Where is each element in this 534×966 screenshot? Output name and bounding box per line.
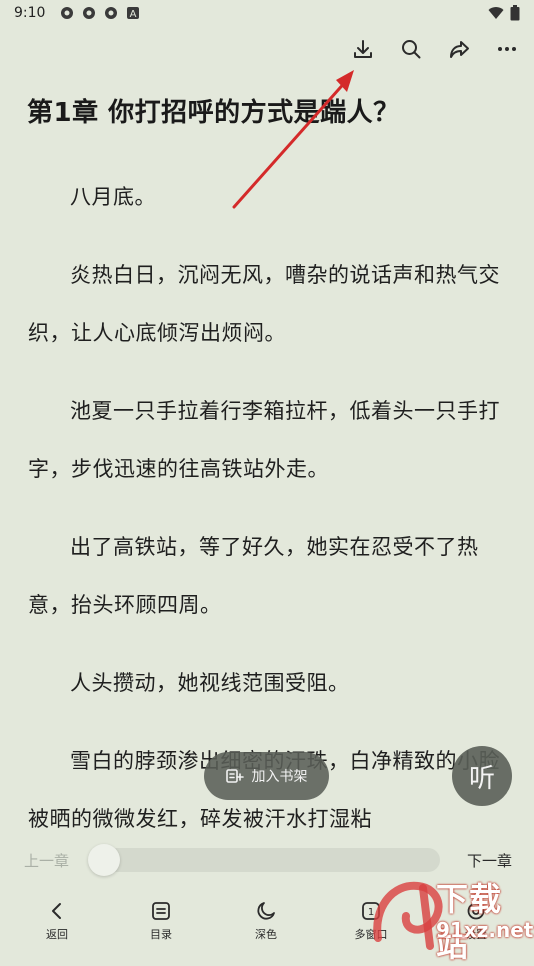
battery-icon xyxy=(510,5,520,21)
share-icon xyxy=(450,41,469,58)
prev-chapter-button[interactable]: 上一章 xyxy=(24,850,69,871)
app-icon-1 xyxy=(61,7,73,19)
add-bookshelf-button[interactable]: 加入书架 xyxy=(204,752,329,800)
nav-catalog[interactable]: 目录 xyxy=(131,900,191,942)
system-icons xyxy=(488,5,520,21)
more-icon xyxy=(498,47,516,51)
a-icon: A xyxy=(127,7,139,20)
search-button[interactable] xyxy=(400,38,422,60)
search-icon xyxy=(402,40,421,59)
moon-icon xyxy=(257,902,275,920)
add-bookshelf-label: 加入书架 xyxy=(251,769,308,785)
progress-slider-thumb[interactable] xyxy=(88,844,120,876)
notification-icons: A xyxy=(60,6,140,20)
watermark-url: 91xz.net xyxy=(436,918,534,942)
share-button[interactable] xyxy=(448,38,470,60)
reader-top-bar xyxy=(352,38,518,60)
status-time: 9:10 xyxy=(14,5,46,21)
app-icon-2 xyxy=(83,7,95,19)
nav-catalog-label: 目录 xyxy=(150,928,172,941)
download-button[interactable] xyxy=(352,38,374,60)
paragraph: 八月底。 xyxy=(70,185,156,209)
listen-label: 听 xyxy=(468,763,495,794)
back-icon xyxy=(52,903,61,919)
chapter-title: 第1章 你打招呼的方式是踹人？ xyxy=(27,98,400,128)
paragraph: 炎热白日，沉闷无风，嘈杂的说话声和热气交织，让人心底倾泻出烦闷。 xyxy=(28,263,500,345)
paragraph: 出了高铁站，等了好久，她实在忍受不了热意，抬头环顾四周。 xyxy=(28,535,479,617)
nav-dark-mode-label: 深色 xyxy=(255,928,277,941)
wifi-icon xyxy=(488,7,504,20)
add-shelf-icon xyxy=(225,769,244,783)
download-icon xyxy=(354,40,372,58)
paragraph: 人头攒动，她视线范围受阻。 xyxy=(70,671,350,695)
nav-back-label: 返回 xyxy=(46,928,68,941)
svg-text:A: A xyxy=(130,9,137,20)
status-bar: 9:10 A xyxy=(0,0,534,28)
listen-button[interactable]: 听 xyxy=(452,746,512,806)
more-button[interactable] xyxy=(496,38,518,60)
paragraph: 池夏一只手拉着行李箱拉杆，低着头一只手打字，步伐迅速的往高铁站外走。 xyxy=(28,399,500,481)
app-icon-3 xyxy=(105,7,117,19)
nav-back[interactable]: 返回 xyxy=(27,900,87,942)
catalog-icon xyxy=(152,902,170,920)
nav-dark-mode[interactable]: 深色 xyxy=(236,900,296,942)
